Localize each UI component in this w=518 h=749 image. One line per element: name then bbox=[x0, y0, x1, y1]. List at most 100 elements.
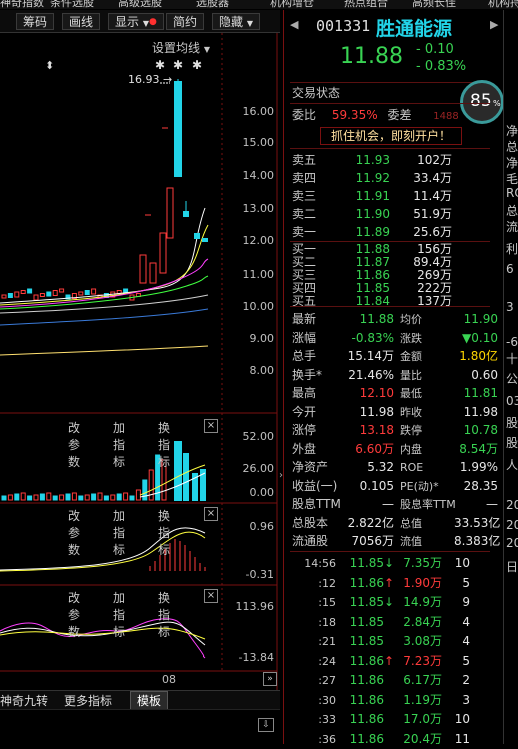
tick-row: :36 11.86 20.4万 11 bbox=[292, 730, 470, 748]
side-panel-text: 净 bbox=[506, 124, 518, 138]
tick-price: 11.86 bbox=[349, 575, 384, 590]
indicator-tick-label: 52.00 bbox=[242, 430, 275, 443]
level-label: 卖五 bbox=[292, 153, 317, 167]
chart-toolbar: 筹码 画线 显示 ▼● 简约 隐藏 ▼ bbox=[0, 10, 280, 33]
side-panel-text: 利 bbox=[506, 242, 518, 256]
simple-button[interactable]: 简约 bbox=[166, 13, 205, 30]
stats-row: 最高 12.10 最低 11.81 bbox=[292, 384, 498, 402]
stat-label: 量比 bbox=[400, 368, 422, 382]
price-tick-label: 11.00 bbox=[242, 268, 275, 281]
close-icon[interactable]: × bbox=[204, 419, 218, 433]
kline-chart[interactable]: ⬍ ✱ ✱ ✱ bbox=[0, 33, 282, 690]
edit-params-button[interactable]: 改参数 bbox=[68, 507, 80, 558]
stat-label: 总股本 bbox=[292, 515, 329, 530]
volume-bar bbox=[135, 489, 141, 501]
stat-label: 涨停 bbox=[292, 423, 317, 437]
switch-indicator-button[interactable]: 换指标 bbox=[158, 419, 170, 470]
volume-bar bbox=[65, 493, 71, 501]
edit-params-button[interactable]: 改参数 bbox=[68, 419, 80, 470]
volume-bar bbox=[71, 492, 77, 501]
last-price: 11.88 bbox=[340, 44, 403, 69]
star-marker-icon: ✱ bbox=[192, 58, 202, 72]
tick-count: 10 bbox=[454, 712, 470, 726]
tick-time: :24 bbox=[318, 654, 336, 668]
side-panel-text: 十 bbox=[506, 352, 518, 366]
price-tick-label: 13.00 bbox=[242, 202, 275, 215]
candle bbox=[139, 254, 147, 284]
tab-more-indicators[interactable]: 更多指标 bbox=[64, 692, 112, 709]
arrow-up-icon: ↑ bbox=[384, 575, 395, 590]
expand-icon[interactable]: » bbox=[263, 672, 277, 686]
volume-bar bbox=[174, 441, 182, 501]
next-stock-icon[interactable]: ▶ bbox=[490, 18, 498, 31]
sell-level-row[interactable]: 卖五 11.93 102万 bbox=[292, 151, 452, 169]
tick-count: 11 bbox=[454, 731, 470, 746]
indicator-tick-label: -0.31 bbox=[245, 568, 274, 581]
top-menu-bar: 神奇指数条件选股 高级选股 选股器 机构增仓 热点组合 高频长佳 机构持仓 bbox=[0, 0, 518, 9]
price-tick-label: 14.00 bbox=[242, 169, 275, 182]
tab-template[interactable]: 模板 bbox=[130, 691, 169, 710]
sell-level-row[interactable]: 卖一 11.89 25.6万 bbox=[292, 223, 452, 241]
stat-value: — bbox=[382, 497, 394, 511]
switch-indicator-button[interactable]: 换指标 bbox=[158, 507, 170, 558]
prev-stock-icon[interactable]: ◀ bbox=[290, 18, 298, 31]
score-badge[interactable]: 85 % bbox=[460, 80, 504, 124]
indicator-tick-label: 26.00 bbox=[242, 462, 275, 475]
edit-params-button[interactable]: 改参数 bbox=[68, 589, 80, 640]
tick-price: 11.86 bbox=[349, 653, 384, 668]
display-button[interactable]: 显示 ▼● bbox=[108, 13, 164, 30]
level-volume: 33.4万 bbox=[413, 171, 452, 185]
stat-label: PE(动)* bbox=[400, 479, 439, 493]
sell-level-row[interactable]: 卖二 11.90 51.9万 bbox=[292, 205, 452, 223]
top-menu-item[interactable]: 机构增仓 bbox=[270, 0, 314, 9]
sell-level-row[interactable]: 卖三 11.91 11.4万 bbox=[292, 187, 452, 205]
top-menu-item[interactable]: 条件选股 bbox=[50, 0, 94, 9]
tick-price: 11.85 bbox=[349, 556, 384, 570]
hide-button[interactable]: 隐藏 ▼ bbox=[212, 13, 260, 30]
marker-icon: ⬍ bbox=[45, 59, 54, 72]
level-price: 11.90 bbox=[355, 207, 390, 221]
top-menu-item[interactable]: 高频长佳 bbox=[412, 0, 456, 9]
side-panel-text: 6 bbox=[506, 262, 514, 276]
star-marker-icon: ✱ bbox=[155, 58, 165, 72]
switch-indicator-button[interactable]: 换指标 bbox=[158, 589, 170, 640]
tick-time: :33 bbox=[318, 713, 336, 726]
level-price: 11.91 bbox=[355, 189, 390, 203]
add-indicator-button[interactable]: 加指标 bbox=[113, 589, 125, 640]
chips-button[interactable]: 筹码 bbox=[16, 13, 55, 30]
level-price: 11.92 bbox=[355, 171, 390, 185]
tick-row: :18 11.85 2.84万 4 bbox=[292, 613, 470, 631]
stat-value: 1.80亿 bbox=[459, 349, 498, 363]
top-menu-item[interactable]: 选股器 bbox=[196, 0, 229, 9]
draw-line-button[interactable]: 画线 bbox=[62, 13, 101, 30]
tick-price: 11.86 bbox=[349, 692, 384, 707]
top-menu-item[interactable]: 神奇指数 bbox=[0, 0, 44, 9]
side-panel-text: 3 bbox=[506, 300, 514, 314]
tick-volume: 17.0万 bbox=[403, 712, 442, 726]
volume-bar bbox=[39, 493, 45, 501]
tick-row: :27 11.86 6.17万 2 bbox=[292, 671, 470, 689]
add-indicator-button[interactable]: 加指标 bbox=[113, 507, 125, 558]
side-panel-text: 20 bbox=[506, 498, 518, 512]
sell-level-row[interactable]: 卖四 11.92 33.4万 bbox=[292, 169, 452, 187]
stat-value: 21.46% bbox=[348, 367, 394, 382]
add-indicator-button[interactable]: 加指标 bbox=[113, 419, 125, 470]
score-unit: % bbox=[493, 99, 501, 108]
tab-magic-nine[interactable]: 神奇九转 bbox=[0, 692, 48, 709]
ma-settings-button[interactable]: 设置均线 ▼ bbox=[152, 39, 210, 56]
ma250-line bbox=[0, 345, 209, 356]
volume-bar bbox=[1, 495, 7, 501]
open-account-banner[interactable]: 抓住机会，即刻开户！ bbox=[320, 127, 462, 145]
close-icon[interactable]: × bbox=[204, 507, 218, 521]
stat-label: 昨收 bbox=[400, 405, 422, 419]
stat-label: 涨幅 bbox=[292, 330, 317, 345]
stat-value: 10.78 bbox=[463, 423, 498, 437]
stats-row: 总手 15.14万 金额 1.80亿 bbox=[292, 347, 498, 365]
download-icon[interactable]: ⇩ bbox=[258, 718, 274, 732]
top-menu-item[interactable]: 热点组合 bbox=[344, 0, 388, 9]
stat-value: 2.822亿 bbox=[347, 515, 394, 530]
top-menu-item[interactable]: 高级选股 bbox=[118, 0, 162, 9]
close-icon[interactable]: × bbox=[204, 589, 218, 603]
top-menu-item[interactable]: 机构持仓 bbox=[488, 0, 518, 9]
stat-label: 最低 bbox=[400, 387, 422, 400]
